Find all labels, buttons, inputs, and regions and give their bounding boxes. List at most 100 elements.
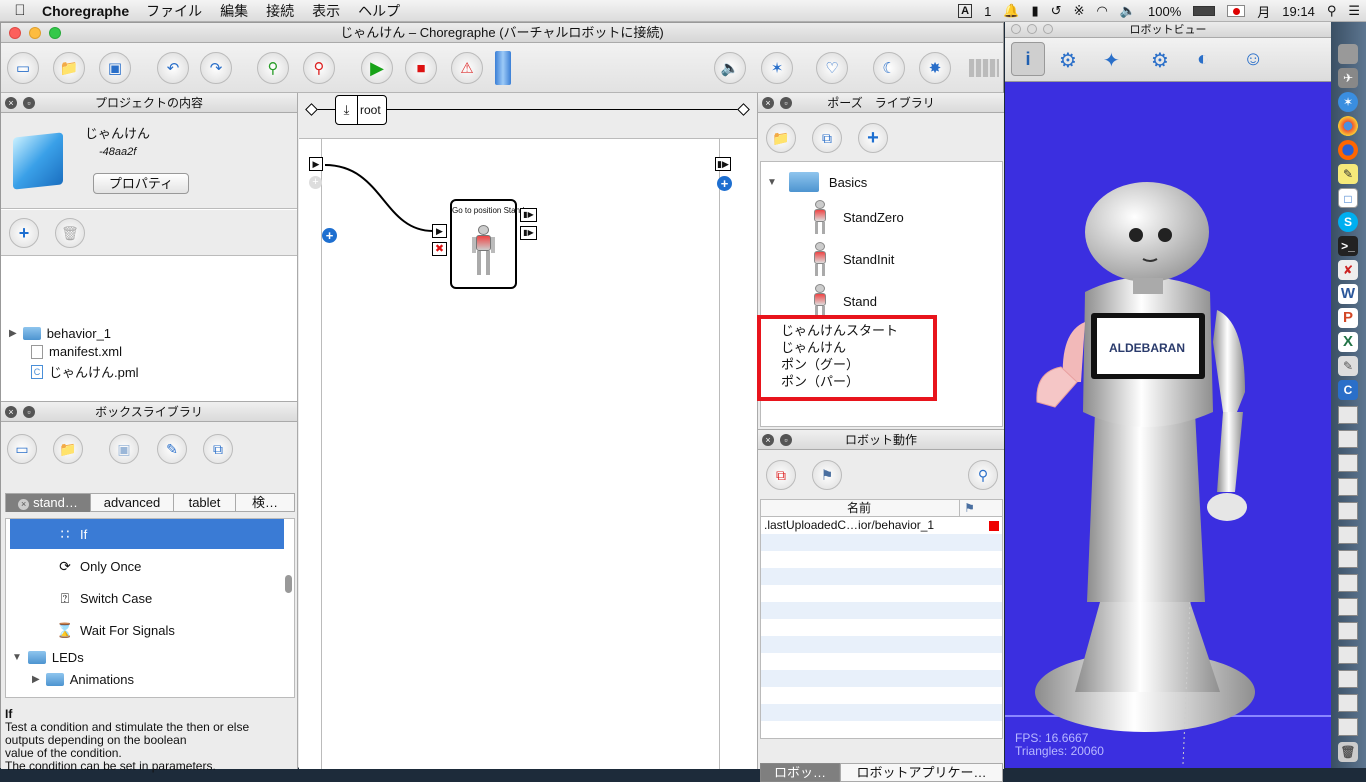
- menu-connect[interactable]: 接続: [257, 1, 303, 21]
- list-icon[interactable]: ☰: [1348, 3, 1360, 19]
- tab-robot-behaviors[interactable]: ロボッ…: [760, 763, 840, 782]
- float-panel-icon[interactable]: ▫: [780, 434, 792, 446]
- tab-advanced[interactable]: advanced: [91, 494, 174, 512]
- connect-button[interactable]: ⚲: [257, 52, 289, 84]
- tab-standard[interactable]: × stand…: [6, 494, 91, 512]
- close-window-button[interactable]: [1011, 24, 1021, 34]
- minimized-window[interactable]: [1338, 430, 1358, 448]
- close-panel-icon[interactable]: ×: [762, 434, 774, 446]
- disconnect-button[interactable]: ⚲: [303, 52, 335, 84]
- firefox-icon[interactable]: [1338, 140, 1358, 160]
- column-name-header[interactable]: 名前: [847, 500, 871, 516]
- wake-button[interactable]: ✸: [919, 52, 951, 84]
- add-input-icon[interactable]: +: [309, 176, 322, 189]
- add-output-icon[interactable]: +: [717, 176, 732, 191]
- posture-button[interactable]: ✶: [761, 52, 793, 84]
- edit-library-button[interactable]: ✎: [157, 434, 187, 464]
- new-project-button[interactable]: ▭: [7, 52, 39, 84]
- robot-view-button-3[interactable]: ⚙: [1151, 48, 1169, 73]
- library-scrollbar[interactable]: [285, 575, 292, 593]
- tree-item-pml[interactable]: C じゃんけん.pml: [31, 362, 139, 381]
- safari-icon[interactable]: ✶: [1338, 92, 1358, 112]
- input-source-icon[interactable]: A: [958, 4, 973, 18]
- bluetooth-icon[interactable]: ※: [1074, 3, 1085, 19]
- list-item-animations[interactable]: ▶ Animations: [32, 672, 134, 687]
- powerpoint-icon[interactable]: P: [1338, 308, 1358, 328]
- open-library-button[interactable]: 📁: [53, 434, 83, 464]
- undo-button[interactable]: ↶: [157, 52, 189, 84]
- menu-file[interactable]: ファイル: [137, 1, 211, 21]
- warning-button[interactable]: ⚠: [451, 52, 483, 84]
- robot-view-button-4[interactable]: ◐: [1197, 48, 1209, 71]
- chrome-icon[interactable]: [1338, 116, 1358, 136]
- list-item-leds[interactable]: ▼ LEDs: [12, 650, 84, 665]
- minimize-window-button[interactable]: [1027, 24, 1037, 34]
- apple-menu-icon[interactable]: : [0, 2, 40, 19]
- copy-library-button[interactable]: ⧉: [203, 434, 233, 464]
- stop-all-behaviors-button[interactable]: ⧉: [766, 460, 796, 490]
- list-item-switch-case[interactable]: ⍰ Switch Case: [10, 583, 284, 613]
- redo-button[interactable]: ↷: [200, 52, 232, 84]
- add-file-button[interactable]: +: [9, 218, 39, 248]
- export-pose-button[interactable]: ⧉: [812, 123, 842, 153]
- menu-edit[interactable]: 編集: [211, 1, 257, 21]
- heart-button[interactable]: ♡: [816, 52, 848, 84]
- script-icon[interactable]: ✎: [1338, 356, 1358, 376]
- pdf-icon[interactable]: ✘: [1338, 260, 1358, 280]
- float-panel-icon[interactable]: ▫: [780, 97, 792, 109]
- volume-button[interactable]: 🔈: [714, 52, 746, 84]
- properties-button[interactable]: プロパティ: [93, 173, 189, 194]
- close-panel-icon[interactable]: ×: [5, 406, 17, 418]
- search-behavior-button[interactable]: ⚲: [968, 460, 998, 490]
- minimized-window[interactable]: [1338, 526, 1358, 544]
- minimized-window[interactable]: [1338, 502, 1358, 520]
- display-icon[interactable]: ▮: [1032, 3, 1039, 19]
- clock[interactable]: 19:14: [1282, 4, 1315, 19]
- list-item-only-once[interactable]: ⟳ Only Once: [10, 551, 284, 581]
- minimized-window[interactable]: [1338, 478, 1358, 496]
- terminal-icon[interactable]: >_: [1338, 236, 1358, 256]
- minimized-window[interactable]: [1338, 406, 1358, 424]
- list-item-wait-signals[interactable]: ⌛ Wait For Signals: [10, 615, 284, 645]
- word-icon[interactable]: W: [1338, 284, 1358, 304]
- trash-icon[interactable]: 🗑: [1338, 742, 1358, 762]
- open-pose-library-button[interactable]: 📁: [766, 123, 796, 153]
- stop-button[interactable]: ■: [405, 52, 437, 84]
- flow-output-port[interactable]: ▮▶: [715, 157, 731, 171]
- collapse-arrow-icon[interactable]: ▼: [767, 177, 777, 188]
- minimize-window-button[interactable]: [29, 27, 41, 39]
- finder-icon[interactable]: [1338, 44, 1358, 64]
- minimized-window[interactable]: [1338, 622, 1358, 640]
- textedit-icon[interactable]: □: [1338, 188, 1358, 208]
- save-project-button[interactable]: ▣: [99, 52, 131, 84]
- minimized-window[interactable]: [1338, 454, 1358, 472]
- box-failure-port[interactable]: ▮▶: [520, 226, 537, 240]
- flag-icon[interactable]: [1227, 5, 1246, 17]
- table-row[interactable]: .lastUploadedC…ior/behavior_1: [761, 517, 1002, 534]
- robot-view-button-1[interactable]: ⚙: [1059, 48, 1077, 73]
- app-menu[interactable]: Choregraphe: [40, 3, 137, 19]
- minimized-window[interactable]: [1338, 670, 1358, 688]
- minimized-window[interactable]: [1338, 550, 1358, 568]
- zoom-window-button[interactable]: [49, 27, 61, 39]
- float-panel-icon[interactable]: ▫: [23, 406, 35, 418]
- new-library-button[interactable]: ▭: [7, 434, 37, 464]
- menu-help[interactable]: ヘルプ: [349, 1, 409, 21]
- list-item-if[interactable]: ∷ If: [10, 519, 284, 549]
- tab-tablet[interactable]: tablet: [174, 494, 236, 512]
- bell-icon[interactable]: 🔔: [1003, 3, 1019, 19]
- tree-item-behavior[interactable]: ▶ behavior_1: [9, 326, 111, 341]
- excel-icon[interactable]: X: [1338, 332, 1358, 352]
- robot-view-button-2[interactable]: ✦: [1103, 48, 1120, 73]
- box-onstop-port[interactable]: ✖: [432, 242, 447, 256]
- volume-icon[interactable]: 🔈: [1120, 3, 1136, 19]
- info-button[interactable]: i: [1011, 42, 1045, 76]
- tab-search[interactable]: 検…: [236, 494, 294, 512]
- close-panel-icon[interactable]: ×: [762, 97, 774, 109]
- minimized-window[interactable]: [1338, 646, 1358, 664]
- expand-arrow-icon[interactable]: ▶: [9, 328, 17, 339]
- pose-item-stand[interactable]: Stand: [809, 284, 877, 318]
- save-library-button[interactable]: ▣: [109, 434, 139, 464]
- flow-input-port[interactable]: ▶: [309, 157, 323, 171]
- play-button[interactable]: ▶: [361, 52, 393, 84]
